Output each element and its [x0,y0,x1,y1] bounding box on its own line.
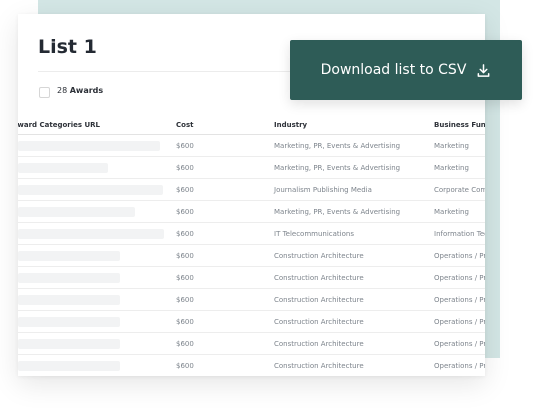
cell-function: Operations / Production [434,362,485,370]
cell-industry: Construction Architecture [274,296,364,304]
url-placeholder [18,141,160,151]
url-placeholder [18,207,135,217]
download-csv-label: Download list to CSV [320,62,467,78]
cell-industry: Marketing, PR, Events & Advertising [274,208,401,216]
url-placeholder [18,361,120,371]
cell-cost: $600 [176,142,194,150]
table-row[interactable]: $600 Construction Architecture Operations … [18,289,485,311]
cell-function: Operations / Production [434,318,485,326]
table-row[interactable]: $600 Construction Architecture Operations … [18,355,485,376]
cell-cost: $600 [176,186,194,194]
cell-cost: $600 [176,208,194,216]
table-row[interactable]: $600 Journalism Publishing Media Corporate… [18,179,485,201]
cell-function: Marketing [434,208,469,216]
cell-cost: $600 [176,164,194,172]
table-row[interactable]: $600 Marketing, PR, Events & Advertising M… [18,201,485,223]
url-placeholder [18,339,120,349]
table-row[interactable]: $600 Marketing, PR, Events & Advertising M… [18,157,485,179]
cell-industry: Marketing, PR, Events & Advertising [274,164,401,172]
cell-industry: IT Telecommunications [274,230,354,238]
url-placeholder [18,251,120,261]
cell-function: Marketing [434,142,469,150]
table-row[interactable]: $600 IT Telecommunications Information Tec… [18,223,485,245]
cell-cost: $600 [176,252,194,260]
cell-industry: Construction Architecture [274,362,364,370]
table-row[interactable]: $600 Construction Architecture Operations … [18,333,485,355]
cell-cost: $600 [176,274,194,282]
column-header-industry[interactable]: Industry [274,121,307,129]
cell-cost: $600 [176,340,194,348]
cell-function: Operations / Production [434,252,485,260]
url-placeholder [18,229,164,239]
cell-industry: Construction Architecture [274,252,364,260]
cell-industry: Journalism Publishing Media [274,186,372,194]
column-header-cost[interactable]: Cost [176,121,193,129]
table-row[interactable]: $600 Construction Architecture Operations … [18,311,485,333]
url-placeholder [18,295,120,305]
cell-cost: $600 [176,296,194,304]
cell-industry: Marketing, PR, Events & Advertising [274,142,401,150]
download-icon [476,63,491,78]
cell-function: Marketing [434,164,469,172]
cell-function: Operations / Production [434,274,485,282]
select-all-checkbox[interactable] [39,87,50,98]
table-row[interactable]: $600 Construction Architecture Operations … [18,245,485,267]
table-row[interactable]: $600 Marketing, PR, Events & Advertising M… [18,135,485,157]
cell-function: Operations / Production [434,340,485,348]
awards-count-number: 28 [57,86,68,95]
awards-count-label: Awards [69,86,104,95]
page-title: List 1 [38,36,97,58]
table-row[interactable]: $600 Construction Architecture Operations … [18,267,485,289]
cell-industry: Construction Architecture [274,318,364,326]
url-placeholder [18,185,163,195]
url-placeholder [18,163,108,173]
cell-cost: $600 [176,362,194,370]
cell-cost: $600 [176,318,194,326]
url-placeholder [18,273,120,283]
cell-cost: $600 [176,230,194,238]
url-placeholder [18,317,120,327]
column-header-business-function[interactable]: Business Function [434,121,485,129]
cell-function: Operations / Production [434,296,485,304]
cell-function: Corporate Communications [434,186,485,194]
cell-industry: Construction Architecture [274,340,364,348]
download-csv-button[interactable]: Download list to CSV [290,40,522,100]
cell-function: Information Technology [434,230,485,238]
awards-count: 28 Awards [57,86,103,95]
column-header-url[interactable]: Award Categories URL [18,121,100,129]
cell-industry: Construction Architecture [274,274,364,282]
